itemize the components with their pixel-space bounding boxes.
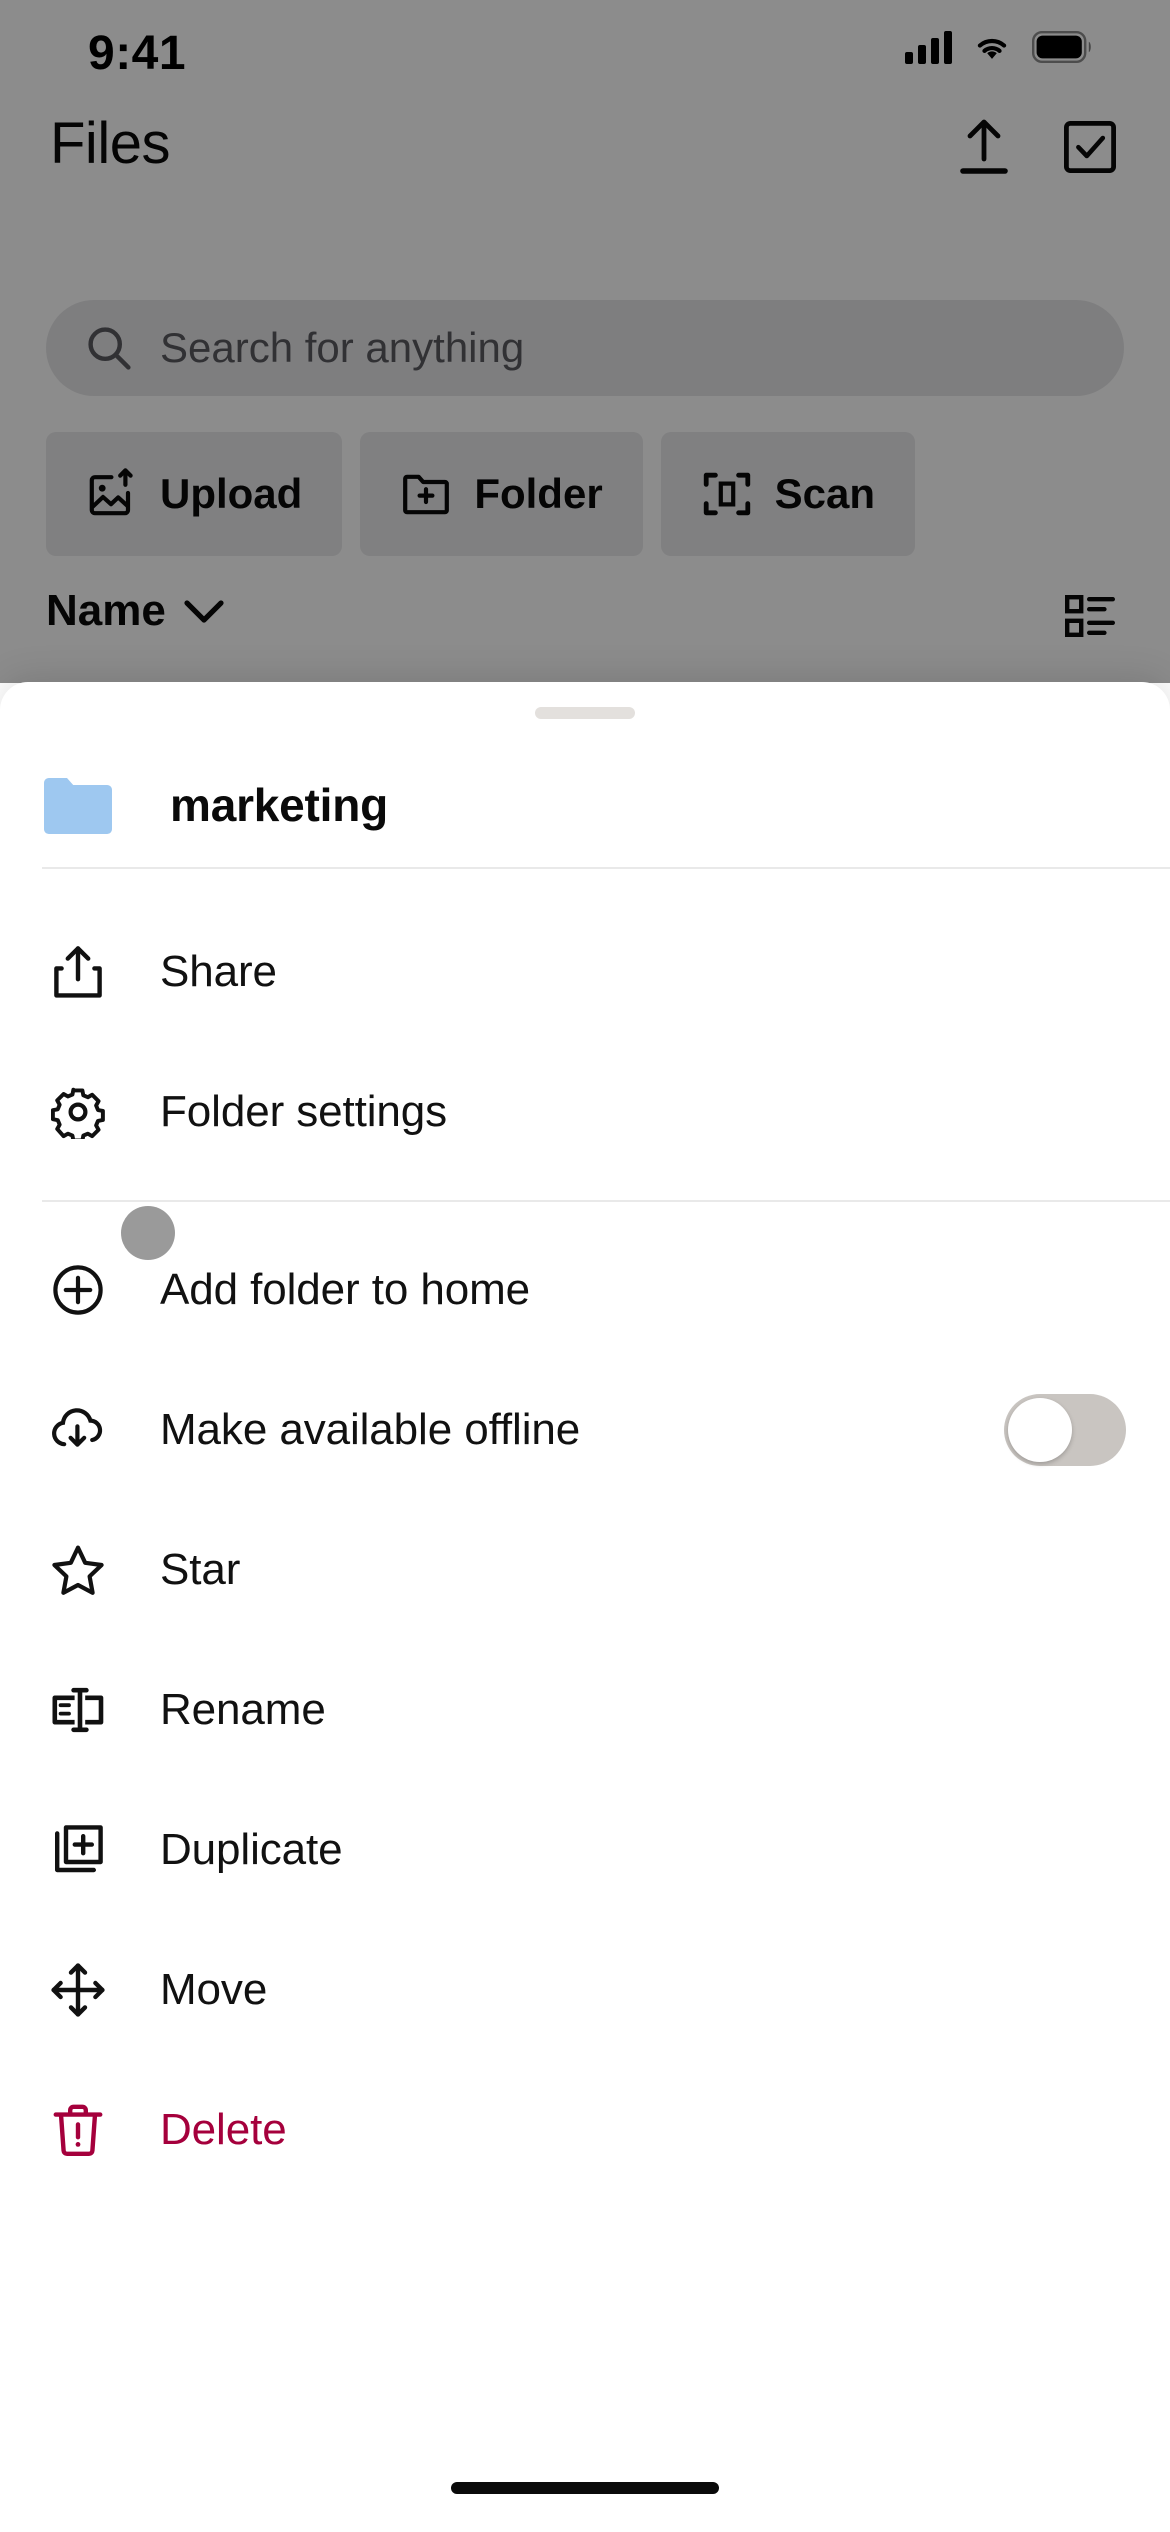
- menu-item-duplicate[interactable]: Duplicate: [0, 1798, 1170, 1902]
- offline-toggle[interactable]: [1004, 1394, 1126, 1466]
- plus-circle-icon: [44, 1263, 112, 1317]
- sheet-divider-1: [42, 867, 1170, 869]
- menu-item-delete[interactable]: Delete: [0, 2078, 1170, 2182]
- menu-item-make-available-offline-label: Make available offline: [160, 1405, 581, 1454]
- trash-alert-icon: [44, 2102, 112, 2158]
- duplicate-icon: [44, 1823, 112, 1877]
- sheet-drag-handle[interactable]: [535, 707, 635, 719]
- menu-item-delete-label: Delete: [160, 2105, 287, 2154]
- folder-actions-sheet: marketing Share Folder settings Add fold…: [0, 682, 1170, 2532]
- modal-scrim[interactable]: [0, 0, 1170, 683]
- menu-item-star-label: Star: [160, 1545, 241, 1594]
- menu-item-rename-label: Rename: [160, 1685, 326, 1734]
- rename-icon: [44, 1687, 112, 1733]
- folder-icon: [44, 776, 112, 834]
- menu-item-duplicate-label: Duplicate: [160, 1825, 343, 1874]
- menu-item-move[interactable]: Move: [0, 1938, 1170, 2042]
- star-icon: [44, 1543, 112, 1597]
- offline-toggle-knob: [1008, 1398, 1072, 1462]
- menu-item-add-folder-to-home-label: Add folder to home: [160, 1265, 530, 1314]
- menu-item-share[interactable]: Share: [0, 920, 1170, 1024]
- sheet-menu: Share Folder settings Add folder to home…: [0, 872, 1170, 2182]
- home-indicator: [451, 2482, 719, 2494]
- menu-item-rename[interactable]: Rename: [0, 1658, 1170, 1762]
- menu-item-star[interactable]: Star: [0, 1518, 1170, 1622]
- menu-item-share-label: Share: [160, 947, 277, 996]
- share-icon: [44, 944, 112, 1000]
- cloud-download-icon: [44, 1405, 112, 1455]
- sheet-header: marketing: [0, 742, 1170, 867]
- menu-item-make-available-offline[interactable]: Make available offline: [0, 1378, 1170, 1482]
- menu-item-move-label: Move: [160, 1965, 268, 2014]
- sheet-folder-name: marketing: [170, 778, 389, 831]
- move-arrows-icon: [44, 1962, 112, 2018]
- gear-icon: [44, 1085, 112, 1139]
- menu-item-folder-settings[interactable]: Folder settings: [0, 1060, 1170, 1164]
- menu-item-add-folder-to-home[interactable]: Add folder to home: [0, 1238, 1170, 1342]
- menu-item-folder-settings-label: Folder settings: [160, 1087, 448, 1136]
- sheet-divider-2: [42, 1200, 1170, 1202]
